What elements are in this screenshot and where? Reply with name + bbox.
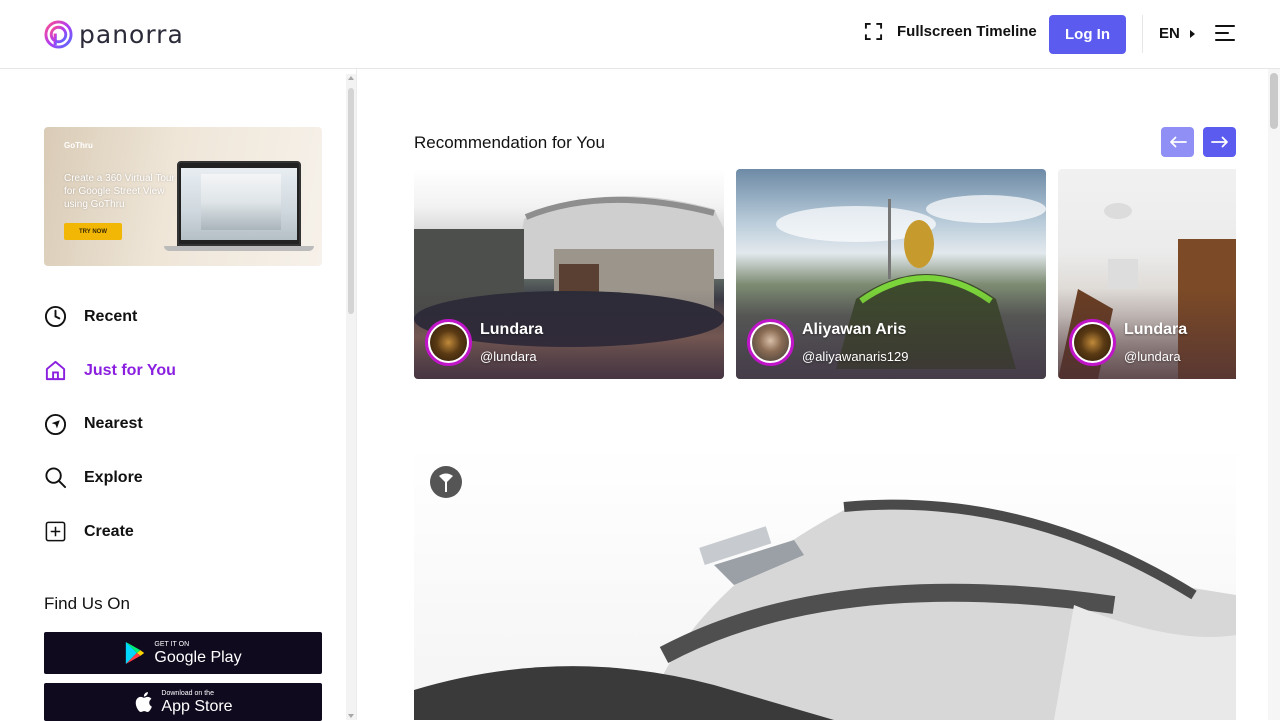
language-label: EN xyxy=(1159,25,1180,42)
app-store-button[interactable]: Download on the App Store xyxy=(44,683,322,721)
panorama-post-viewer[interactable] xyxy=(414,445,1236,720)
arrow-right-icon xyxy=(1210,136,1228,148)
card-author-handle[interactable]: @lundara xyxy=(480,349,537,364)
sidebar-item-explore[interactable]: Explore xyxy=(44,451,324,505)
sidebar-item-label: Just for You xyxy=(84,361,176,379)
google-play-button[interactable]: GET IT ON Google Play xyxy=(44,632,322,674)
panorama-card[interactable]: Lundara @lundara xyxy=(414,169,724,379)
card-author-handle[interactable]: @lundara xyxy=(1124,349,1181,364)
recommendation-carousel: Lundara @lundara Aliyawan Aris @aliyawan… xyxy=(414,169,1236,379)
google-play-small: GET IT ON xyxy=(154,640,190,648)
card-author-name[interactable]: Aliyawan Aris xyxy=(802,321,906,339)
top-header: panorra Fullscreen Timeline Log In EN xyxy=(0,0,1280,69)
login-button[interactable]: Log In xyxy=(1049,15,1126,54)
avatar[interactable] xyxy=(1069,319,1116,366)
carousel-prev-button[interactable] xyxy=(1161,127,1194,157)
page-scrollbar[interactable] xyxy=(1268,69,1280,720)
fullscreen-icon xyxy=(864,22,883,41)
header-divider xyxy=(1142,15,1143,53)
sidebar-item-recent[interactable]: Recent xyxy=(44,290,324,344)
card-author-name[interactable]: Lundara xyxy=(480,321,543,339)
card-author-name[interactable]: Lundara xyxy=(1124,321,1187,339)
scroll-down-arrow-icon[interactable] xyxy=(348,714,354,718)
apple-icon xyxy=(136,692,153,713)
google-play-icon xyxy=(126,642,145,664)
gothru-ad-banner[interactable]: GoThru Create a 360 Virtual Tour for Goo… xyxy=(44,127,322,266)
app-store-small: Download on the xyxy=(161,689,214,697)
panorama-card[interactable]: Lundara @lundara xyxy=(1058,169,1236,379)
sidebar-nav: Recent Just for You Nearest Explore Crea… xyxy=(44,290,324,558)
sidebar-item-label: Recent xyxy=(84,307,138,325)
panorra-logo[interactable]: panorra xyxy=(44,20,184,49)
sidebar-item-label: Explore xyxy=(84,468,143,486)
panorra-logo-icon xyxy=(44,20,73,49)
hamburger-menu-icon[interactable] xyxy=(1215,25,1235,41)
fullscreen-label: Fullscreen Timeline xyxy=(897,23,1037,40)
sidebar-item-just-for-you[interactable]: Just for You xyxy=(44,344,324,398)
panorama-card[interactable]: Aliyawan Aris @aliyawanaris129 xyxy=(736,169,1046,379)
arrow-left-icon xyxy=(1169,136,1187,148)
carousel-next-button[interactable] xyxy=(1203,127,1236,157)
avatar[interactable] xyxy=(425,319,472,366)
recommendation-title: Recommendation for You xyxy=(414,133,605,152)
sidebar-scroll-thumb[interactable] xyxy=(348,88,354,314)
sidebar-item-create[interactable]: Create xyxy=(44,505,324,559)
plus-square-icon xyxy=(45,521,66,542)
sidebar-item-label: Create xyxy=(84,522,134,540)
laptop-base xyxy=(164,246,314,251)
sidebar-item-nearest[interactable]: Nearest xyxy=(44,397,324,451)
google-play-big: Google Play xyxy=(154,648,242,666)
main-feed: Recommendation for You Lundara @lundara xyxy=(357,69,1268,720)
page-scroll-thumb[interactable] xyxy=(1270,73,1278,129)
navigation-icon xyxy=(44,413,67,435)
scroll-up-arrow-icon[interactable] xyxy=(348,76,354,80)
laptop-illustration xyxy=(177,161,301,246)
language-selector[interactable]: EN xyxy=(1159,25,1195,42)
search-icon xyxy=(45,467,67,489)
card-author-handle[interactable]: @aliyawanaris129 xyxy=(802,349,908,364)
gothru-logo: GoThru xyxy=(64,141,93,150)
sidebar-item-label: Nearest xyxy=(84,415,143,433)
app-store-big: App Store xyxy=(161,697,233,715)
home-icon xyxy=(45,360,66,381)
sidebar-scrollbar[interactable] xyxy=(346,74,356,720)
banner-text: Create a 360 Virtual Tour for Google Str… xyxy=(64,173,175,210)
logo-text: panorra xyxy=(79,20,184,49)
sidebar: GoThru Create a 360 Virtual Tour for Goo… xyxy=(0,69,357,721)
try-now-button[interactable]: TRY NOW xyxy=(64,223,122,240)
panorama-image xyxy=(414,445,1236,720)
clock-icon xyxy=(44,306,67,328)
find-us-heading: Find Us On xyxy=(44,594,130,613)
fullscreen-timeline-button[interactable]: Fullscreen Timeline xyxy=(864,22,1037,41)
panorama-badge-icon[interactable] xyxy=(430,466,462,498)
avatar[interactable] xyxy=(747,319,794,366)
caret-right-icon xyxy=(1189,29,1195,38)
